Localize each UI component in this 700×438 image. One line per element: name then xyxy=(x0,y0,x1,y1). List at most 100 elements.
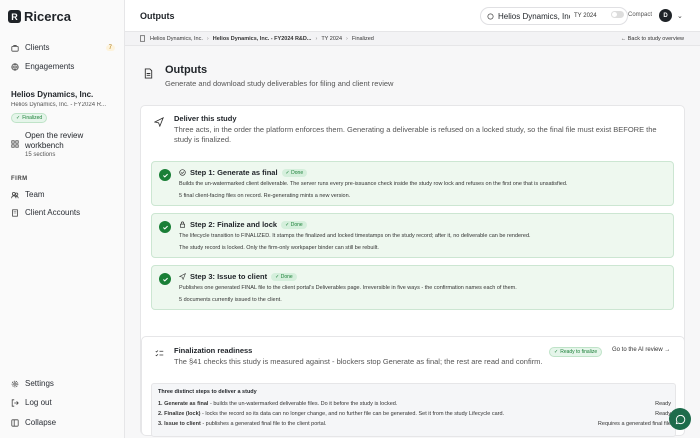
row-text: - locks the record so its data can no lo… xyxy=(200,411,505,417)
sidebar-item-label: Log out xyxy=(25,398,52,407)
summary-heading: Three distinct steps to deliver a study xyxy=(158,389,257,395)
done-badge: ✓ Done xyxy=(271,272,297,281)
sidebar-item-client-accounts[interactable]: Client Accounts xyxy=(11,208,115,217)
users-icon xyxy=(11,191,19,198)
row-label: 1. Generate as final xyxy=(158,401,209,407)
done-badge: ✓ Done xyxy=(281,220,307,229)
study-name: Helios Dynamics, Inc. - FY2024 R... xyxy=(11,102,107,108)
page-title: Outputs xyxy=(140,11,175,21)
brand-logo[interactable]: R Ricerca xyxy=(8,9,71,24)
review-workbench-title: Open the review workbench xyxy=(25,131,84,150)
chat-button[interactable] xyxy=(669,408,691,430)
go-to-ai-review-link[interactable]: Go to the AI review → xyxy=(612,347,670,353)
step-title: Step 1: Generate as final xyxy=(190,168,278,177)
collapse-icon xyxy=(11,418,19,427)
sidebar: R Ricerca Clients 7 Engagements Helios D… xyxy=(0,0,125,438)
row-label: 3. Issue to client xyxy=(158,421,201,427)
check-icon: ✓ xyxy=(554,349,559,355)
building-icon xyxy=(12,208,18,217)
row-label: 2. Finalize (lock) xyxy=(158,411,201,417)
row-text: - builds the un-watermarked deliverable … xyxy=(208,401,398,407)
send-icon xyxy=(154,117,164,127)
row-text: - publishes a generated final file to th… xyxy=(200,421,327,427)
row-status: Requires a generated final file xyxy=(597,421,671,427)
chat-icon xyxy=(675,414,685,424)
logout-icon xyxy=(11,398,19,407)
client-selector-value: Helios Dynamics, Inc. xyxy=(498,11,570,21)
list-item: 1. Generate as final - builds the un-wat… xyxy=(158,401,671,407)
row-status: Ready xyxy=(655,411,671,417)
briefcase-icon xyxy=(11,44,19,52)
sidebar-item-team[interactable]: Team xyxy=(11,190,115,199)
compact-label: Compact xyxy=(628,11,653,18)
finalized-badge-label: Finalized xyxy=(22,115,43,121)
review-workbench-link[interactable]: Open the review workbench 15 sections xyxy=(11,131,121,158)
firm-heading: FIRM xyxy=(11,176,28,182)
toggle-switch[interactable] xyxy=(611,11,624,18)
chevron-right-icon: › xyxy=(315,35,318,42)
avatar[interactable]: D xyxy=(659,9,672,22)
done-badge: ✓ Done xyxy=(281,168,308,177)
sidebar-item-engagements[interactable]: Engagements xyxy=(11,62,115,71)
send-icon xyxy=(179,273,186,280)
building-icon xyxy=(140,35,145,42)
step-status-text: 5 documents currently issued to the clie… xyxy=(179,297,282,303)
review-sections-count: 15 sections xyxy=(25,152,56,158)
hero-title: Outputs xyxy=(165,64,208,76)
sidebar-item-label: Engagements xyxy=(25,62,75,71)
finalization-card: Finalization readiness The §41 checks th… xyxy=(141,336,685,437)
check-circle-icon xyxy=(159,169,171,181)
chevron-down-icon[interactable]: ⌄ xyxy=(677,12,683,20)
check-circle-icon xyxy=(159,273,171,285)
client-name: Helios Dynamics, Inc. xyxy=(11,90,94,99)
sidebar-item-label: Settings xyxy=(25,379,54,388)
list-item: 3. Issue to client - publishes a generat… xyxy=(158,421,671,427)
checklist-icon xyxy=(155,350,164,357)
ready-badge-label: Ready to finalize xyxy=(560,349,598,355)
client-selector[interactable]: Helios Dynamics, Inc. TY 2024 xyxy=(480,7,628,25)
breadcrumb-status: Finalized xyxy=(351,35,374,42)
sidebar-item-label: Clients xyxy=(25,43,50,52)
step-status-text: The study record is locked. Only the fir… xyxy=(179,245,379,251)
breadcrumb-client[interactable]: Helios Dynamics, Inc. xyxy=(150,36,203,42)
current-client[interactable]: Helios Dynamics, Inc. Helios Dynamics, I… xyxy=(11,90,123,123)
finalized-badge: ✓ Finalized xyxy=(11,113,48,123)
done-label: Done xyxy=(291,169,304,176)
sidebar-item-label: Client Accounts xyxy=(25,208,81,217)
step-title: Step 3: Issue to client xyxy=(190,272,268,281)
gear-icon xyxy=(11,380,19,387)
sidebar-item-logout[interactable]: Log out xyxy=(11,398,52,407)
done-label: Done xyxy=(290,221,303,228)
sidebar-item-clients[interactable]: Clients 7 xyxy=(11,43,115,52)
breadcrumb-study[interactable]: Helios Dynamics, Inc. - FY2024 R&D... xyxy=(213,36,312,42)
step-description: Builds the un-watermarked client deliver… xyxy=(179,181,568,187)
sidebar-item-settings[interactable]: Settings xyxy=(11,379,54,388)
arrow-left-icon: ← xyxy=(620,36,628,42)
step-description: The lifecycle transition to FINALIZED. I… xyxy=(179,233,531,239)
breadcrumb-year[interactable]: TY 2024 xyxy=(321,36,342,42)
client-icon xyxy=(487,12,494,20)
logo-mark: R xyxy=(8,10,21,23)
ready-badge: ✓ Ready to finalize xyxy=(549,347,603,357)
back-to-study-link[interactable]: ← Back to study overview xyxy=(621,36,684,42)
done-label: Done xyxy=(280,273,293,280)
sidebar-item-label: Team xyxy=(25,190,45,199)
step-issue: Step 3: Issue to client ✓ Done Publishes… xyxy=(151,265,674,310)
sidebar-item-label: Collapse xyxy=(25,418,57,427)
brand-name: Ricerca xyxy=(24,9,71,24)
top-bar: Outputs Helios Dynamics, Inc. TY 2024 Co… xyxy=(125,0,700,32)
step-title: Step 2: Finalize and lock xyxy=(190,220,278,229)
row-status: Ready xyxy=(655,401,671,407)
chevron-right-icon: › xyxy=(206,35,209,42)
compact-toggle[interactable]: Compact xyxy=(611,11,652,18)
year-selector[interactable]: TY 2024 xyxy=(574,13,597,19)
ai-review-link-label: Go to the AI review xyxy=(612,347,663,353)
check-circle-icon xyxy=(159,221,171,233)
shield-check-icon xyxy=(179,169,186,176)
finalization-subtitle: The §41 checks this study is measured ag… xyxy=(174,357,543,366)
step-description: Publishes one generated FINAL file to th… xyxy=(179,285,517,291)
breadcrumb: Helios Dynamics, Inc. › Helios Dynamics,… xyxy=(125,32,700,46)
sidebar-item-collapse[interactable]: Collapse xyxy=(11,418,56,427)
chevron-right-icon: › xyxy=(346,35,348,42)
delivery-steps-summary: Three distinct steps to deliver a study … xyxy=(151,383,676,437)
